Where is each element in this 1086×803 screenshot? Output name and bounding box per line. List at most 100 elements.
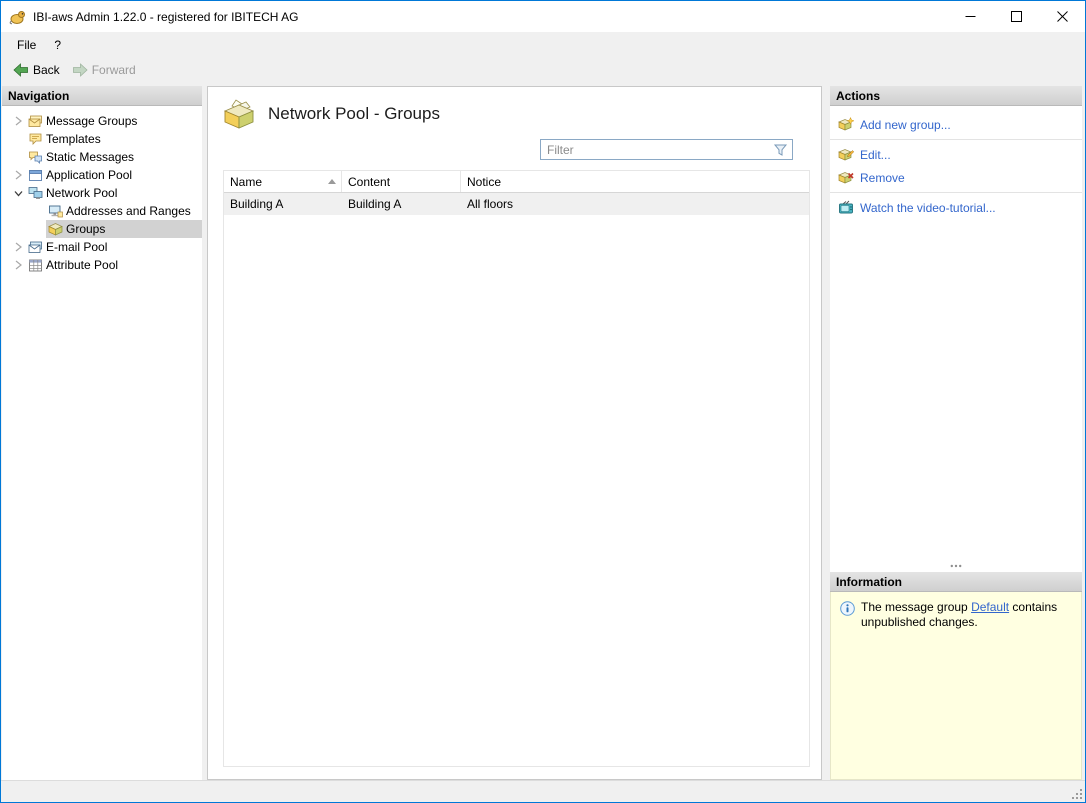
app-window: IBI-aws Admin 1.22.0 - registered for IB… <box>0 0 1086 803</box>
right-column: Actions Add new group... Edit... Remove <box>830 86 1082 780</box>
sidebar-item-label: E-mail Pool <box>46 240 108 254</box>
information-message: The message group Default contains unpub… <box>861 600 1072 630</box>
chevron-right-icon[interactable] <box>10 240 26 254</box>
cell-content: Building A <box>348 197 402 211</box>
info-icon <box>840 601 855 616</box>
information-body: The message group Default contains unpub… <box>830 592 1082 780</box>
add-new-group-link: Add new group... <box>860 117 951 132</box>
navigation-tree: Message Groups Templates Static Messages… <box>2 106 202 780</box>
actions-separator <box>830 192 1082 193</box>
maximize-button[interactable] <box>993 1 1039 32</box>
sidebar-item-label: Static Messages <box>46 150 135 164</box>
actions-list: Add new group... Edit... Remove Watch th… <box>830 106 1082 560</box>
sidebar-item-label: Network Pool <box>46 186 118 200</box>
title-bar: IBI-aws Admin 1.22.0 - registered for IB… <box>1 1 1085 32</box>
table-row[interactable]: Building A Building A All floors <box>224 193 809 215</box>
table-header-notice[interactable]: Notice <box>461 171 809 192</box>
add-group-icon <box>838 117 854 132</box>
back-arrow-icon <box>13 63 29 77</box>
sidebar-item-label: Addresses and Ranges <box>66 204 191 218</box>
sidebar-item-groups[interactable]: Groups <box>2 220 202 238</box>
sidebar-item-message-groups[interactable]: Message Groups <box>2 112 202 130</box>
information-panel: Information The message group Default co… <box>830 572 1082 780</box>
groups-table: Name Content Notice Building A Building … <box>223 170 810 767</box>
window-title: IBI-aws Admin 1.22.0 - registered for IB… <box>33 9 299 24</box>
watch-tutorial-action[interactable]: Watch the video-tutorial... <box>830 196 1082 219</box>
actions-separator <box>830 139 1082 140</box>
forward-label: Forward <box>91 63 136 77</box>
info-text-before: The message group <box>861 600 972 614</box>
sidebar-item-label: Groups <box>66 222 106 236</box>
email-pool-icon <box>28 240 43 255</box>
filter-row <box>208 137 821 168</box>
resize-grip[interactable] <box>1071 788 1083 800</box>
watch-tutorial-link: Watch the video-tutorial... <box>860 200 996 215</box>
column-label: Name <box>230 174 263 189</box>
remove-action[interactable]: Remove <box>830 166 1082 189</box>
sidebar-item-static-messages[interactable]: Static Messages <box>2 148 202 166</box>
column-label: Notice <box>467 174 502 189</box>
cell-notice: All floors <box>467 197 514 211</box>
chevron-right-icon[interactable] <box>10 258 26 272</box>
sidebar-item-label: Message Groups <box>46 114 138 128</box>
forward-arrow-icon <box>72 63 88 77</box>
filter-funnel-icon[interactable] <box>773 143 789 157</box>
groups-icon <box>48 222 63 237</box>
chevron-right-icon[interactable] <box>10 168 26 182</box>
status-bar <box>1 780 1085 802</box>
column-label: Content <box>348 174 391 189</box>
sidebar-item-attribute-pool[interactable]: Attribute Pool <box>2 256 202 274</box>
sidebar-item-email-pool[interactable]: E-mail Pool <box>2 238 202 256</box>
add-new-group-action[interactable]: Add new group... <box>830 113 1082 136</box>
content-area: Navigation Message Groups Templates Stat… <box>1 83 1085 780</box>
tv-icon <box>838 200 854 215</box>
edit-action[interactable]: Edit... <box>830 143 1082 166</box>
cell-name: Building A <box>230 197 284 211</box>
table-empty-area <box>224 215 809 766</box>
chevron-right-icon[interactable] <box>10 114 26 128</box>
page-title: Network Pool - Groups <box>268 104 440 123</box>
remove-link: Remove <box>860 170 905 185</box>
menu-file[interactable]: File <box>8 35 45 55</box>
static-messages-icon <box>28 150 43 165</box>
sidebar-item-label: Application Pool <box>46 168 133 182</box>
sidebar-item-label: Attribute Pool <box>46 258 119 272</box>
close-button[interactable] <box>1039 1 1085 32</box>
table-header-content[interactable]: Content <box>342 171 461 192</box>
templates-icon <box>28 132 43 147</box>
splitter-dots-icon <box>954 564 958 568</box>
panel-splitter-handle[interactable] <box>830 560 1082 572</box>
default-group-link[interactable]: Default <box>971 600 1009 614</box>
information-header: Information <box>830 572 1082 592</box>
app-logo-icon <box>9 8 27 26</box>
menu-bar: File ? <box>1 32 1085 57</box>
attribute-pool-icon <box>28 258 43 273</box>
edit-link: Edit... <box>860 147 891 162</box>
sidebar-item-label: Templates <box>46 132 101 146</box>
sidebar-item-application-pool[interactable]: Application Pool <box>2 166 202 184</box>
chevron-down-icon[interactable] <box>10 186 26 200</box>
table-header-name[interactable]: Name <box>224 171 342 192</box>
forward-button[interactable]: Forward <box>66 61 142 79</box>
main-panel: Network Pool - Groups Name Co <box>207 86 822 780</box>
menu-help[interactable]: ? <box>45 35 70 55</box>
filter-input-container <box>540 139 793 160</box>
sidebar-item-network-pool[interactable]: Network Pool <box>2 184 202 202</box>
minimize-button[interactable] <box>947 1 993 32</box>
back-button[interactable]: Back <box>7 61 66 79</box>
sort-ascending-icon <box>328 179 336 184</box>
nav-toolbar: Back Forward <box>1 57 1085 83</box>
addresses-and-ranges-icon <box>48 204 63 219</box>
back-label: Back <box>33 63 60 77</box>
sidebar-item-templates[interactable]: Templates <box>2 130 202 148</box>
window-controls <box>947 1 1085 32</box>
filter-input[interactable] <box>541 142 773 157</box>
navigation-header: Navigation <box>2 86 202 106</box>
actions-header: Actions <box>830 86 1082 106</box>
sidebar-item-addresses-and-ranges[interactable]: Addresses and Ranges <box>2 202 202 220</box>
message-groups-icon <box>28 114 43 129</box>
navigation-panel: Navigation Message Groups Templates Stat… <box>2 86 202 780</box>
actions-panel: Actions Add new group... Edit... Remove <box>830 86 1082 560</box>
